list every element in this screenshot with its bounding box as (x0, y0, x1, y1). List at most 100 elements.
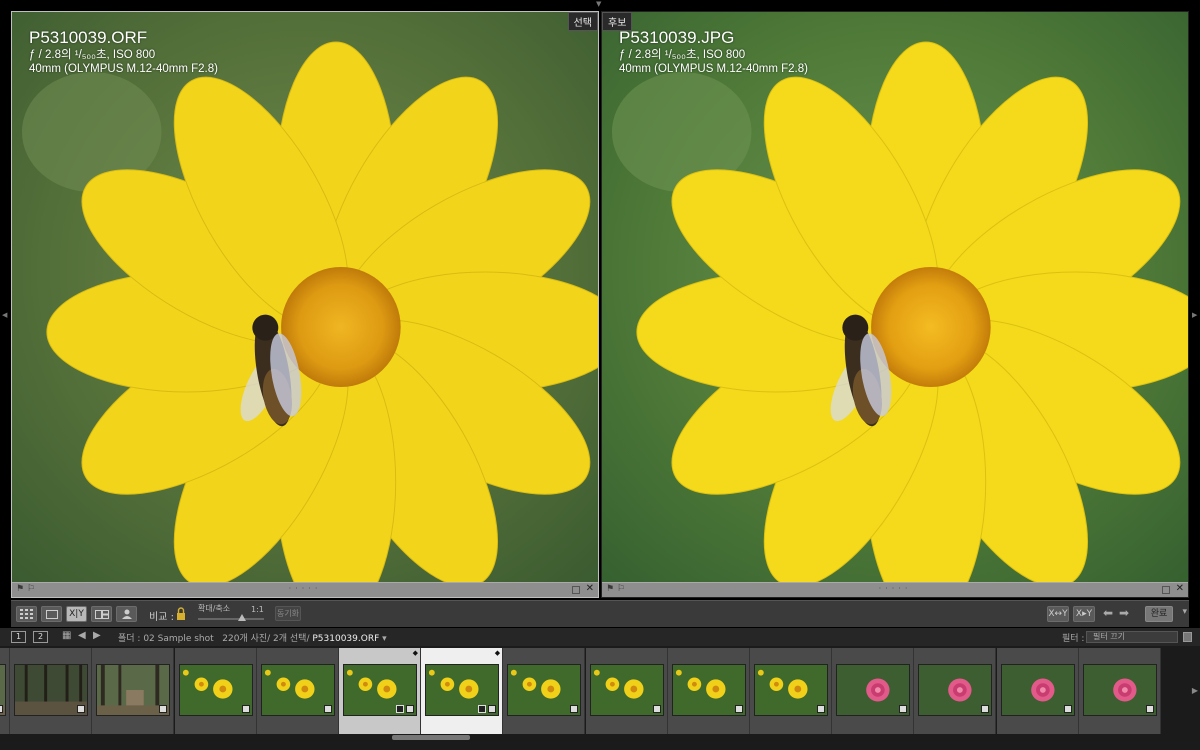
back-icon[interactable]: ◀ (78, 630, 86, 641)
select-pane[interactable]: 선택 P5310039.ORF ƒ / 2.8의 ¹/₅₀₀초, ISO 800… (11, 11, 599, 598)
chevron-down-icon[interactable]: ▾ (382, 634, 387, 644)
zoom-value: 1:1 (251, 605, 264, 614)
select-filename: P5310039.ORF (29, 28, 148, 47)
loupe-icon (45, 610, 58, 619)
candidate-photo[interactable] (602, 12, 1188, 584)
thumbnail-image (918, 664, 993, 716)
color-label-icon[interactable] (1162, 586, 1170, 594)
selection-marker-icon: ◆ (494, 649, 501, 657)
color-label-icon[interactable] (572, 586, 580, 594)
metadata-badge-icon (406, 705, 414, 713)
top-panel-toggle-icon[interactable]: ▼ (596, 1, 601, 8)
candidate-pane[interactable]: 후보 P5310039.JPG ƒ / 2.8의 ¹/₅₀₀초, ISO 800… (601, 11, 1189, 598)
lock-icon[interactable] (176, 607, 186, 620)
select-exposure: ƒ / 2.8의 ¹/₅₀₀초, ISO 800 (29, 49, 156, 61)
grid-view-button[interactable] (16, 606, 37, 622)
forward-icon[interactable]: ▶ (93, 630, 101, 641)
filmstrip-path[interactable]: 폴더 : 02 Sample shot 220개 사진/ 2개 선택/ P531… (118, 631, 387, 644)
filmstrip-scrollbar[interactable] (392, 735, 470, 740)
filmstrip-thumbnail[interactable] (10, 648, 93, 734)
zoom-label: 확대/축소 (198, 604, 231, 613)
filter-label: 필터 : (1062, 634, 1085, 644)
grid-small-icon[interactable]: ▦ (62, 630, 71, 641)
people-icon (121, 609, 132, 619)
select-photo[interactable] (12, 12, 598, 584)
close-icon[interactable]: ✕ (586, 583, 594, 594)
filmstrip-thumbnail[interactable] (585, 648, 668, 734)
edit-badge-icon (478, 705, 487, 713)
filter-select[interactable]: 필터 끄기 (1086, 631, 1178, 643)
flag-icon[interactable]: ⚑ ⚐ (606, 584, 625, 594)
candidate-exposure: ƒ / 2.8의 ¹/₅₀₀초, ISO 800 (619, 49, 746, 61)
filmstrip-thumbnail[interactable] (0, 648, 10, 734)
monitor-1-button[interactable]: 1 (11, 631, 26, 643)
thumbnail-image (507, 664, 582, 716)
metadata-badge-icon (159, 705, 168, 713)
thumbnail-image (589, 664, 664, 716)
filmstrip-thumbnail[interactable] (92, 648, 175, 734)
filmstrip-thumbnail[interactable] (750, 648, 832, 734)
metadata-badge-icon (652, 705, 661, 713)
filmstrip-thumbnail[interactable] (996, 648, 1079, 734)
sync-button[interactable]: 동기화 (275, 606, 301, 621)
candidate-filename: P5310039.JPG (619, 28, 735, 47)
monitor-2-button[interactable]: 2 (33, 631, 48, 643)
filmstrip-thumbnail[interactable] (914, 648, 997, 734)
metadata-badge-icon (734, 705, 743, 713)
filmstrip-thumbnail[interactable] (832, 648, 915, 734)
thumbnail-image (1082, 664, 1157, 716)
thumbnail-image (425, 664, 500, 716)
select-info: P5310039.ORF ƒ / 2.8의 ¹/₅₀₀초, ISO 800 40… (29, 28, 218, 76)
zoom-slider-thumb[interactable] (238, 614, 246, 621)
thumbnail-image (836, 664, 911, 716)
filmstrip-thumbnail[interactable] (503, 648, 586, 734)
zoom-slider[interactable] (198, 614, 264, 621)
toolbar-menu-chevron-icon[interactable]: ▾ (1182, 607, 1187, 617)
thumbnail-image (754, 664, 828, 716)
filmstrip-thumbnail[interactable]: ◆ (421, 648, 504, 734)
compare-toolbar: X|Y 비교 : 확대/축소 1:1 동기화 X↔Y X▸Y ⬅ ➡ 완료 ▾ (11, 600, 1189, 627)
flag-icon[interactable]: ⚑ ⚐ (16, 584, 35, 594)
thumbnail-image (260, 664, 335, 716)
edit-badge-icon (396, 705, 404, 713)
filmstrip: ◀ ◆◆ ▶ (0, 646, 1200, 750)
filmstrip-thumbnail[interactable] (667, 648, 750, 734)
current-file: P5310039.ORF (312, 634, 380, 644)
rating-dots[interactable]: ····· (879, 584, 912, 593)
right-panel-toggle-icon[interactable]: ▶ (1192, 312, 1197, 319)
metadata-badge-icon (899, 705, 908, 713)
people-view-button[interactable] (116, 606, 137, 622)
filter-toggle[interactable] (1183, 632, 1192, 642)
loupe-view-button[interactable] (41, 606, 62, 622)
make-select-button[interactable]: X▸Y (1073, 606, 1095, 622)
filmstrip-thumbnail[interactable] (256, 648, 339, 734)
metadata-badge-icon (0, 705, 3, 713)
folder-path: 폴더 : 02 Sample shot (118, 634, 214, 644)
filmstrip-thumbnail[interactable] (1078, 648, 1161, 734)
rating-dots[interactable]: ····· (289, 584, 322, 593)
metadata-badge-icon (241, 705, 250, 713)
done-button[interactable]: 완료 (1145, 606, 1173, 622)
metadata-badge-icon (77, 705, 86, 713)
thumbnail-image (1000, 664, 1075, 716)
candidate-pane-bar: ⚑ ⚐ ····· ✕ (602, 582, 1188, 597)
metadata-badge-icon (1145, 705, 1154, 713)
close-icon[interactable]: ✕ (1176, 583, 1184, 594)
select-lens: 40mm (OLYMPUS M.12-40mm F2.8) (29, 63, 218, 75)
selection-marker-icon: ◆ (412, 649, 418, 657)
thumbnail-image (0, 664, 6, 716)
filmstrip-thumbnail[interactable]: ◆ (339, 648, 421, 734)
compare-view-button[interactable]: X|Y (66, 606, 87, 622)
filmstrip-thumbnail[interactable] (174, 648, 257, 734)
metadata-badge-icon (488, 705, 497, 713)
left-panel-toggle-icon[interactable]: ◀ (2, 312, 7, 319)
previous-arrow-icon[interactable]: ⬅ (1103, 606, 1113, 620)
filmstrip-right-icon[interactable]: ▶ (1192, 686, 1198, 695)
swap-button[interactable]: X↔Y (1047, 606, 1069, 622)
survey-view-button[interactable] (91, 606, 112, 622)
thumbnail-image (14, 664, 89, 716)
thumbnail-image (178, 664, 253, 716)
next-arrow-icon[interactable]: ➡ (1119, 606, 1129, 620)
select-tag: 선택 (567, 12, 598, 31)
metadata-badge-icon (570, 705, 579, 713)
